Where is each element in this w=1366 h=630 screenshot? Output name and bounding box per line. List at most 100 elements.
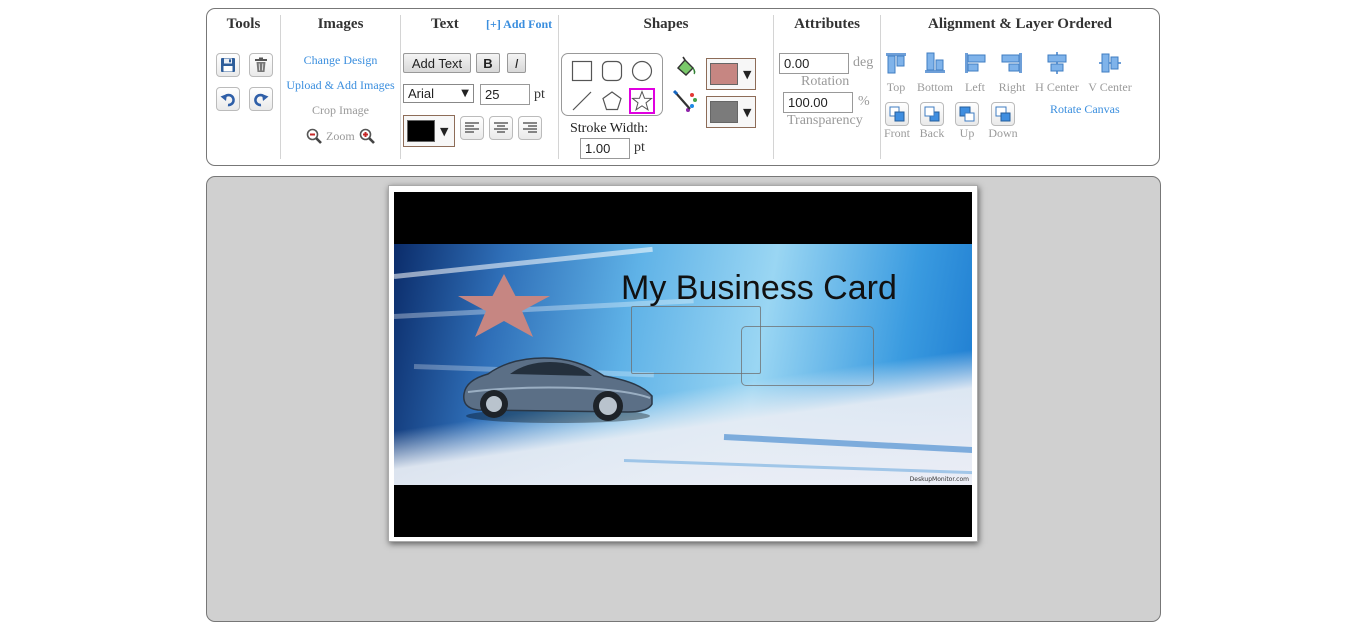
chevron-down-icon: ▼ <box>440 124 449 138</box>
add-font-link[interactable]: [+] Add Font <box>486 17 552 32</box>
floppy-disk-icon <box>221 58 235 72</box>
stroke-width-unit: pt <box>634 140 645 155</box>
change-design-link[interactable]: Change Design <box>281 53 400 68</box>
rounded-rectangle-shape-icon[interactable] <box>601 60 623 82</box>
font-family-select[interactable]: Arial ▼ <box>403 84 474 103</box>
stroke-color-select[interactable]: ▼ <box>706 96 756 128</box>
align-v-center-icon <box>1099 53 1121 73</box>
zoom-in-icon[interactable] <box>359 128 375 144</box>
trash-can-icon <box>255 57 267 72</box>
placeholder-box[interactable] <box>741 326 874 386</box>
align-v-center-button[interactable]: V Center <box>1087 51 1133 95</box>
star-shape[interactable] <box>454 274 554 338</box>
bring-to-front-icon <box>889 106 905 122</box>
tools-section: Tools <box>207 9 280 165</box>
font-size-input[interactable]: 25 <box>480 84 530 105</box>
chevron-down-icon: ▼ <box>743 105 752 119</box>
stroke-width-input[interactable]: 1.00 <box>580 138 630 159</box>
tools-title: Tools <box>226 16 261 32</box>
transparency-label: Transparency <box>787 113 863 128</box>
bring-forward-button[interactable]: Up <box>953 102 981 141</box>
images-title: Images <box>317 16 364 32</box>
align-right-icon <box>523 122 537 133</box>
align-bottom-icon <box>925 52 945 73</box>
text-color-select[interactable]: ▼ <box>403 115 455 147</box>
bring-forward-icon-frame <box>955 102 979 126</box>
alignment-section: Alignment & Layer Ordered Top Bottom Lef… <box>881 9 1159 165</box>
shape-palette <box>561 53 663 116</box>
bold-button[interactable]: B <box>476 53 500 73</box>
redo-arrow-icon <box>254 93 269 107</box>
align-bottom-label: Bottom <box>916 80 953 94</box>
upload-add-images-link[interactable]: Upload & Add Images <box>281 78 400 93</box>
undo-arrow-icon <box>220 93 235 107</box>
paint-bucket-icon <box>677 56 696 76</box>
text-section: Text [+] Add Font Add Text B I Arial ▼ 2… <box>401 9 558 165</box>
attributes-title: Attributes <box>794 16 860 32</box>
motion-streak <box>623 459 972 475</box>
align-bottom-button[interactable]: Bottom <box>916 51 954 95</box>
rotate-canvas-link[interactable]: Rotate Canvas <box>1050 102 1120 117</box>
align-right-object-icon <box>1001 53 1022 73</box>
align-top-label: Top <box>886 80 906 94</box>
circle-shape-icon[interactable] <box>631 60 653 82</box>
delete-button[interactable] <box>249 53 273 77</box>
font-family-value: Arial <box>408 86 435 101</box>
align-left-object-button[interactable]: Left <box>962 51 988 95</box>
text-title: Text <box>431 16 459 32</box>
align-right-button[interactable] <box>518 116 542 140</box>
align-left-icon <box>465 122 479 133</box>
align-right-object-button[interactable]: Right <box>997 51 1027 95</box>
chevron-down-icon: ▼ <box>743 67 752 81</box>
save-button[interactable] <box>216 53 240 77</box>
star-shape-button[interactable] <box>629 88 655 114</box>
undo-button[interactable] <box>216 87 240 111</box>
send-back-label: Back <box>919 126 945 140</box>
rotation-label: Rotation <box>801 74 850 89</box>
zoom-out-icon[interactable] <box>306 128 322 144</box>
italic-button[interactable]: I <box>507 53 526 73</box>
rotation-input[interactable]: 0.00 <box>779 53 849 74</box>
align-top-icon <box>886 53 906 74</box>
stroke-width-label: Stroke Width: <box>570 121 649 136</box>
align-right-label: Right <box>998 80 1026 94</box>
pentagon-shape-icon[interactable] <box>601 90 623 112</box>
car-graphic <box>463 357 653 423</box>
stroke-color-swatch <box>710 101 738 123</box>
align-h-center-button[interactable]: H Center <box>1034 51 1080 95</box>
bring-forward-icon <box>959 106 975 122</box>
align-top-button[interactable]: Top <box>883 51 909 95</box>
align-v-center-label: V Center <box>1088 80 1132 94</box>
send-backward-button[interactable]: Down <box>987 102 1019 141</box>
card-title-text[interactable]: My Business Card <box>621 269 897 308</box>
images-section: Images Change Design Upload & Add Images… <box>281 9 400 165</box>
fill-color-select[interactable]: ▼ <box>706 58 756 90</box>
bring-front-label: Front <box>883 126 910 140</box>
align-h-center-label: H Center <box>1035 80 1079 94</box>
alignment-title: Alignment & Layer Ordered <box>927 16 1112 32</box>
brush-stroke-icon <box>672 89 697 112</box>
align-center-button[interactable] <box>489 116 513 140</box>
redo-button[interactable] <box>249 87 273 111</box>
crop-image-link[interactable]: Crop Image <box>281 103 400 118</box>
transparency-input[interactable]: 100.00 <box>783 92 853 113</box>
send-backward-icon-frame <box>991 102 1015 126</box>
add-text-button[interactable]: Add Text <box>403 53 471 73</box>
line-shape-icon[interactable] <box>571 90 593 112</box>
chevron-down-icon: ▼ <box>461 88 469 99</box>
transparency-unit: % <box>858 94 870 109</box>
send-to-back-icon <box>924 106 940 122</box>
zoom-label: Zoom <box>326 128 355 143</box>
align-left-label: Left <box>965 80 985 94</box>
align-left-button[interactable] <box>460 116 484 140</box>
rotation-unit: deg <box>853 55 874 70</box>
align-center-icon <box>494 122 508 133</box>
bring-front-button[interactable]: Front <box>883 102 911 141</box>
rectangle-shape-icon[interactable] <box>571 60 593 82</box>
card-canvas[interactable]: My Business Card DeskupMonitor.com <box>394 192 972 537</box>
watermark: DeskupMonitor.com <box>909 476 969 483</box>
shapes-title: Shapes <box>643 16 689 32</box>
send-backward-icon <box>995 106 1011 122</box>
send-backward-label: Down <box>988 126 1018 140</box>
send-back-button[interactable]: Back <box>918 102 946 141</box>
